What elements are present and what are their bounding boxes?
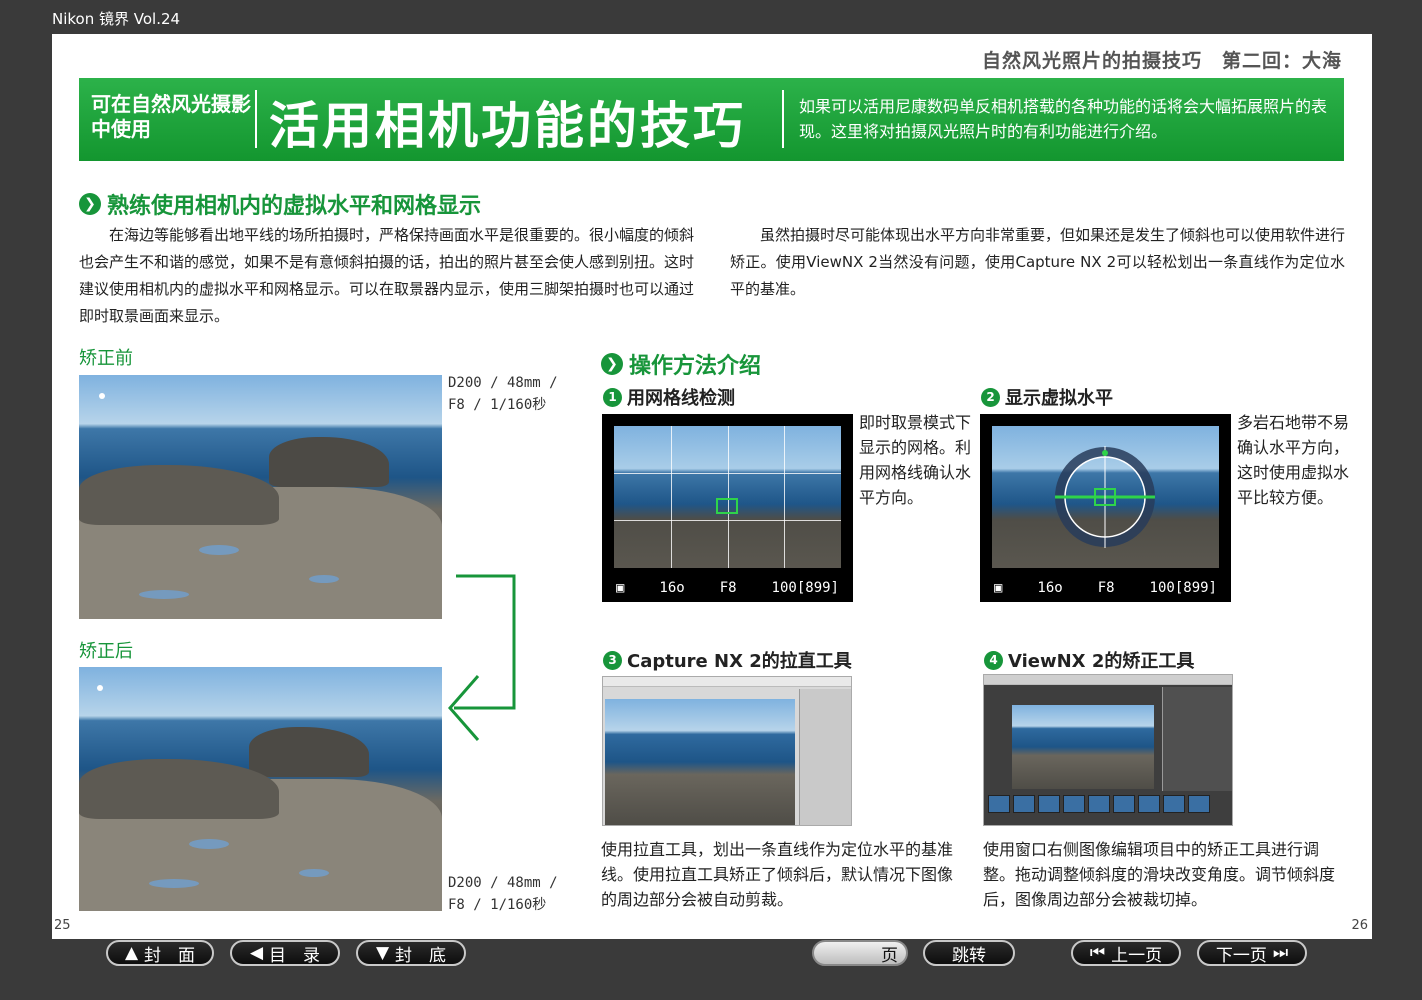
section-heading-grid: ❯ 熟练使用相机内的虚拟水平和网格显示 (79, 188, 481, 220)
lcd-shots: 100[899] (771, 580, 839, 596)
after-photo (79, 667, 442, 911)
step-number-badge: 4 (984, 650, 1003, 670)
viewnx2-screenshot (983, 674, 1233, 826)
lcd-aperture: F8 (1097, 580, 1115, 596)
page-input[interactable]: 页 (812, 940, 908, 966)
cover-button-label: 封 面 (144, 945, 196, 966)
step-1-title: 1 用网格线检测 (603, 384, 735, 410)
banner-title: 活用相机功能的技巧 (269, 97, 746, 155)
virtual-horizon-icon (1055, 446, 1155, 548)
intro-paragraph-right: 虽然拍摄时尽可能体现出水平方向非常重要，但如果还是发生了倾斜也可以使用软件进行矫… (730, 226, 1346, 298)
section-heading-text: 操作方法介绍 (629, 354, 762, 379)
banner-description: 如果可以活用尼康数码单反相机搭载的各种功能的话将会大幅拓展照片的表现。这里将对拍… (799, 97, 1328, 141)
next-page-button[interactable]: 下一页 ⏭ (1197, 940, 1307, 966)
lcd-shots: 100[899] (1149, 580, 1217, 596)
step-number-badge: 2 (981, 387, 1000, 407)
page-input-label: 页 (881, 945, 898, 966)
navigation-bar: ▲ 封 面 ◀ 目 录 ▼ 封 底 页 跳转 ⏮ 上一页 下一页 ⏭ (0, 940, 1422, 1000)
step-title-text: 用网格线检测 (627, 388, 735, 409)
before-photo (79, 375, 442, 619)
prev-page-button-label: 上一页 (1111, 945, 1163, 966)
camera-icon: ▣ (994, 580, 1003, 596)
banner-divider (782, 90, 784, 148)
title-banner: 可在自然风光摄影中使用 活用相机功能的技巧 如果可以活用尼康数码单反相机搭载的各… (79, 78, 1344, 161)
step-3-text: 使用拉直工具，划出一条直线作为定位水平的基准线。使用拉直工具矫正了倾斜后，默认情… (601, 840, 954, 909)
intro-paragraph-left: 在海边等能够看出地平线的场所拍摄时，严格保持画面水平是很重要的。很小幅度的倾斜也… (79, 226, 695, 325)
skip-back-icon: ⏮ (1089, 943, 1106, 963)
series-title: 自然风光照片的拍摄技巧 第二回：大海 (981, 50, 1342, 72)
toc-button[interactable]: ◀ 目 录 (230, 940, 340, 966)
virtual-horizon-screen: ▣ 16o F8 100[899] (980, 414, 1231, 602)
back-cover-button[interactable]: ▼ 封 底 (356, 940, 466, 966)
page-number-right: 26 (1351, 918, 1368, 933)
lcd-info-bar: ▣ 16o F8 100[899] (994, 580, 1217, 596)
section-heading-operation: ❯ 操作方法介绍 (601, 348, 761, 380)
back-cover-button-label: 封 底 (395, 945, 447, 966)
camera-icon: ▣ (616, 580, 625, 596)
triangle-down-icon: ▼ (375, 943, 390, 963)
capture-nx2-screenshot (602, 676, 852, 826)
step-number-badge: 3 (603, 650, 622, 670)
chevron-right-icon: ❯ (79, 193, 101, 215)
triangle-left-icon: ◀ (249, 943, 264, 963)
banner-divider (255, 90, 257, 148)
correction-arrow-icon (448, 574, 516, 741)
step-2-text: 多岩石地带不易确认水平方向，这时使用虚拟水平比较方便。 (1237, 413, 1350, 507)
lcd-aperture: F8 (719, 580, 737, 596)
after-label: 矫正后 (79, 641, 133, 662)
step-4-title: 4 ViewNX 2的矫正工具 (984, 647, 1194, 673)
skip-forward-icon: ⏭ (1272, 943, 1289, 963)
prev-page-button[interactable]: ⏮ 上一页 (1071, 940, 1181, 966)
live-view-grid-screen: ▣ 16o F8 100[899] (602, 414, 853, 602)
step-3-title: 3 Capture NX 2的拉直工具 (603, 647, 852, 673)
next-page-button-label: 下一页 (1215, 945, 1267, 966)
before-caption: D200 / 48mm / F8 / 1/160秒 (448, 375, 558, 413)
step-1-text: 即时取景模式下显示的网格。利用网格线确认水平方向。 (859, 413, 972, 507)
step-title-text: 显示虚拟水平 (1005, 388, 1113, 409)
jump-button[interactable]: 跳转 (923, 940, 1015, 966)
page-number-left: 25 (54, 918, 71, 933)
magazine-spread: 自然风光照片的拍摄技巧 第二回：大海 可在自然风光摄影中使用 活用相机功能的技巧… (52, 34, 1372, 939)
lcd-iso: 16o (659, 580, 685, 596)
toc-button-label: 目 录 (269, 945, 321, 966)
window-title: Nikon 镜界 Vol.24 (52, 10, 181, 28)
step-number-badge: 1 (603, 387, 622, 407)
lcd-info-bar: ▣ 16o F8 100[899] (616, 580, 839, 596)
step-4-text: 使用窗口右侧图像编辑项目中的矫正工具进行调整。拖动调整倾斜度的滑块改变角度。调节… (983, 840, 1336, 909)
before-label: 矫正前 (79, 348, 133, 369)
cover-button[interactable]: ▲ 封 面 (106, 940, 214, 966)
banner-subtitle: 可在自然风光摄影中使用 (91, 92, 251, 141)
jump-button-label: 跳转 (952, 945, 986, 966)
after-caption: D200 / 48mm / F8 / 1/160秒 (448, 875, 558, 913)
section-heading-text: 熟练使用相机内的虚拟水平和网格显示 (107, 194, 482, 219)
lcd-iso: 16o (1037, 580, 1063, 596)
step-title-text: Capture NX 2的拉直工具 (627, 651, 852, 672)
triangle-up-icon: ▲ (124, 943, 139, 963)
step-2-title: 2 显示虚拟水平 (981, 384, 1113, 410)
step-title-text: ViewNX 2的矫正工具 (1008, 651, 1195, 672)
chevron-right-icon: ❯ (601, 353, 623, 375)
